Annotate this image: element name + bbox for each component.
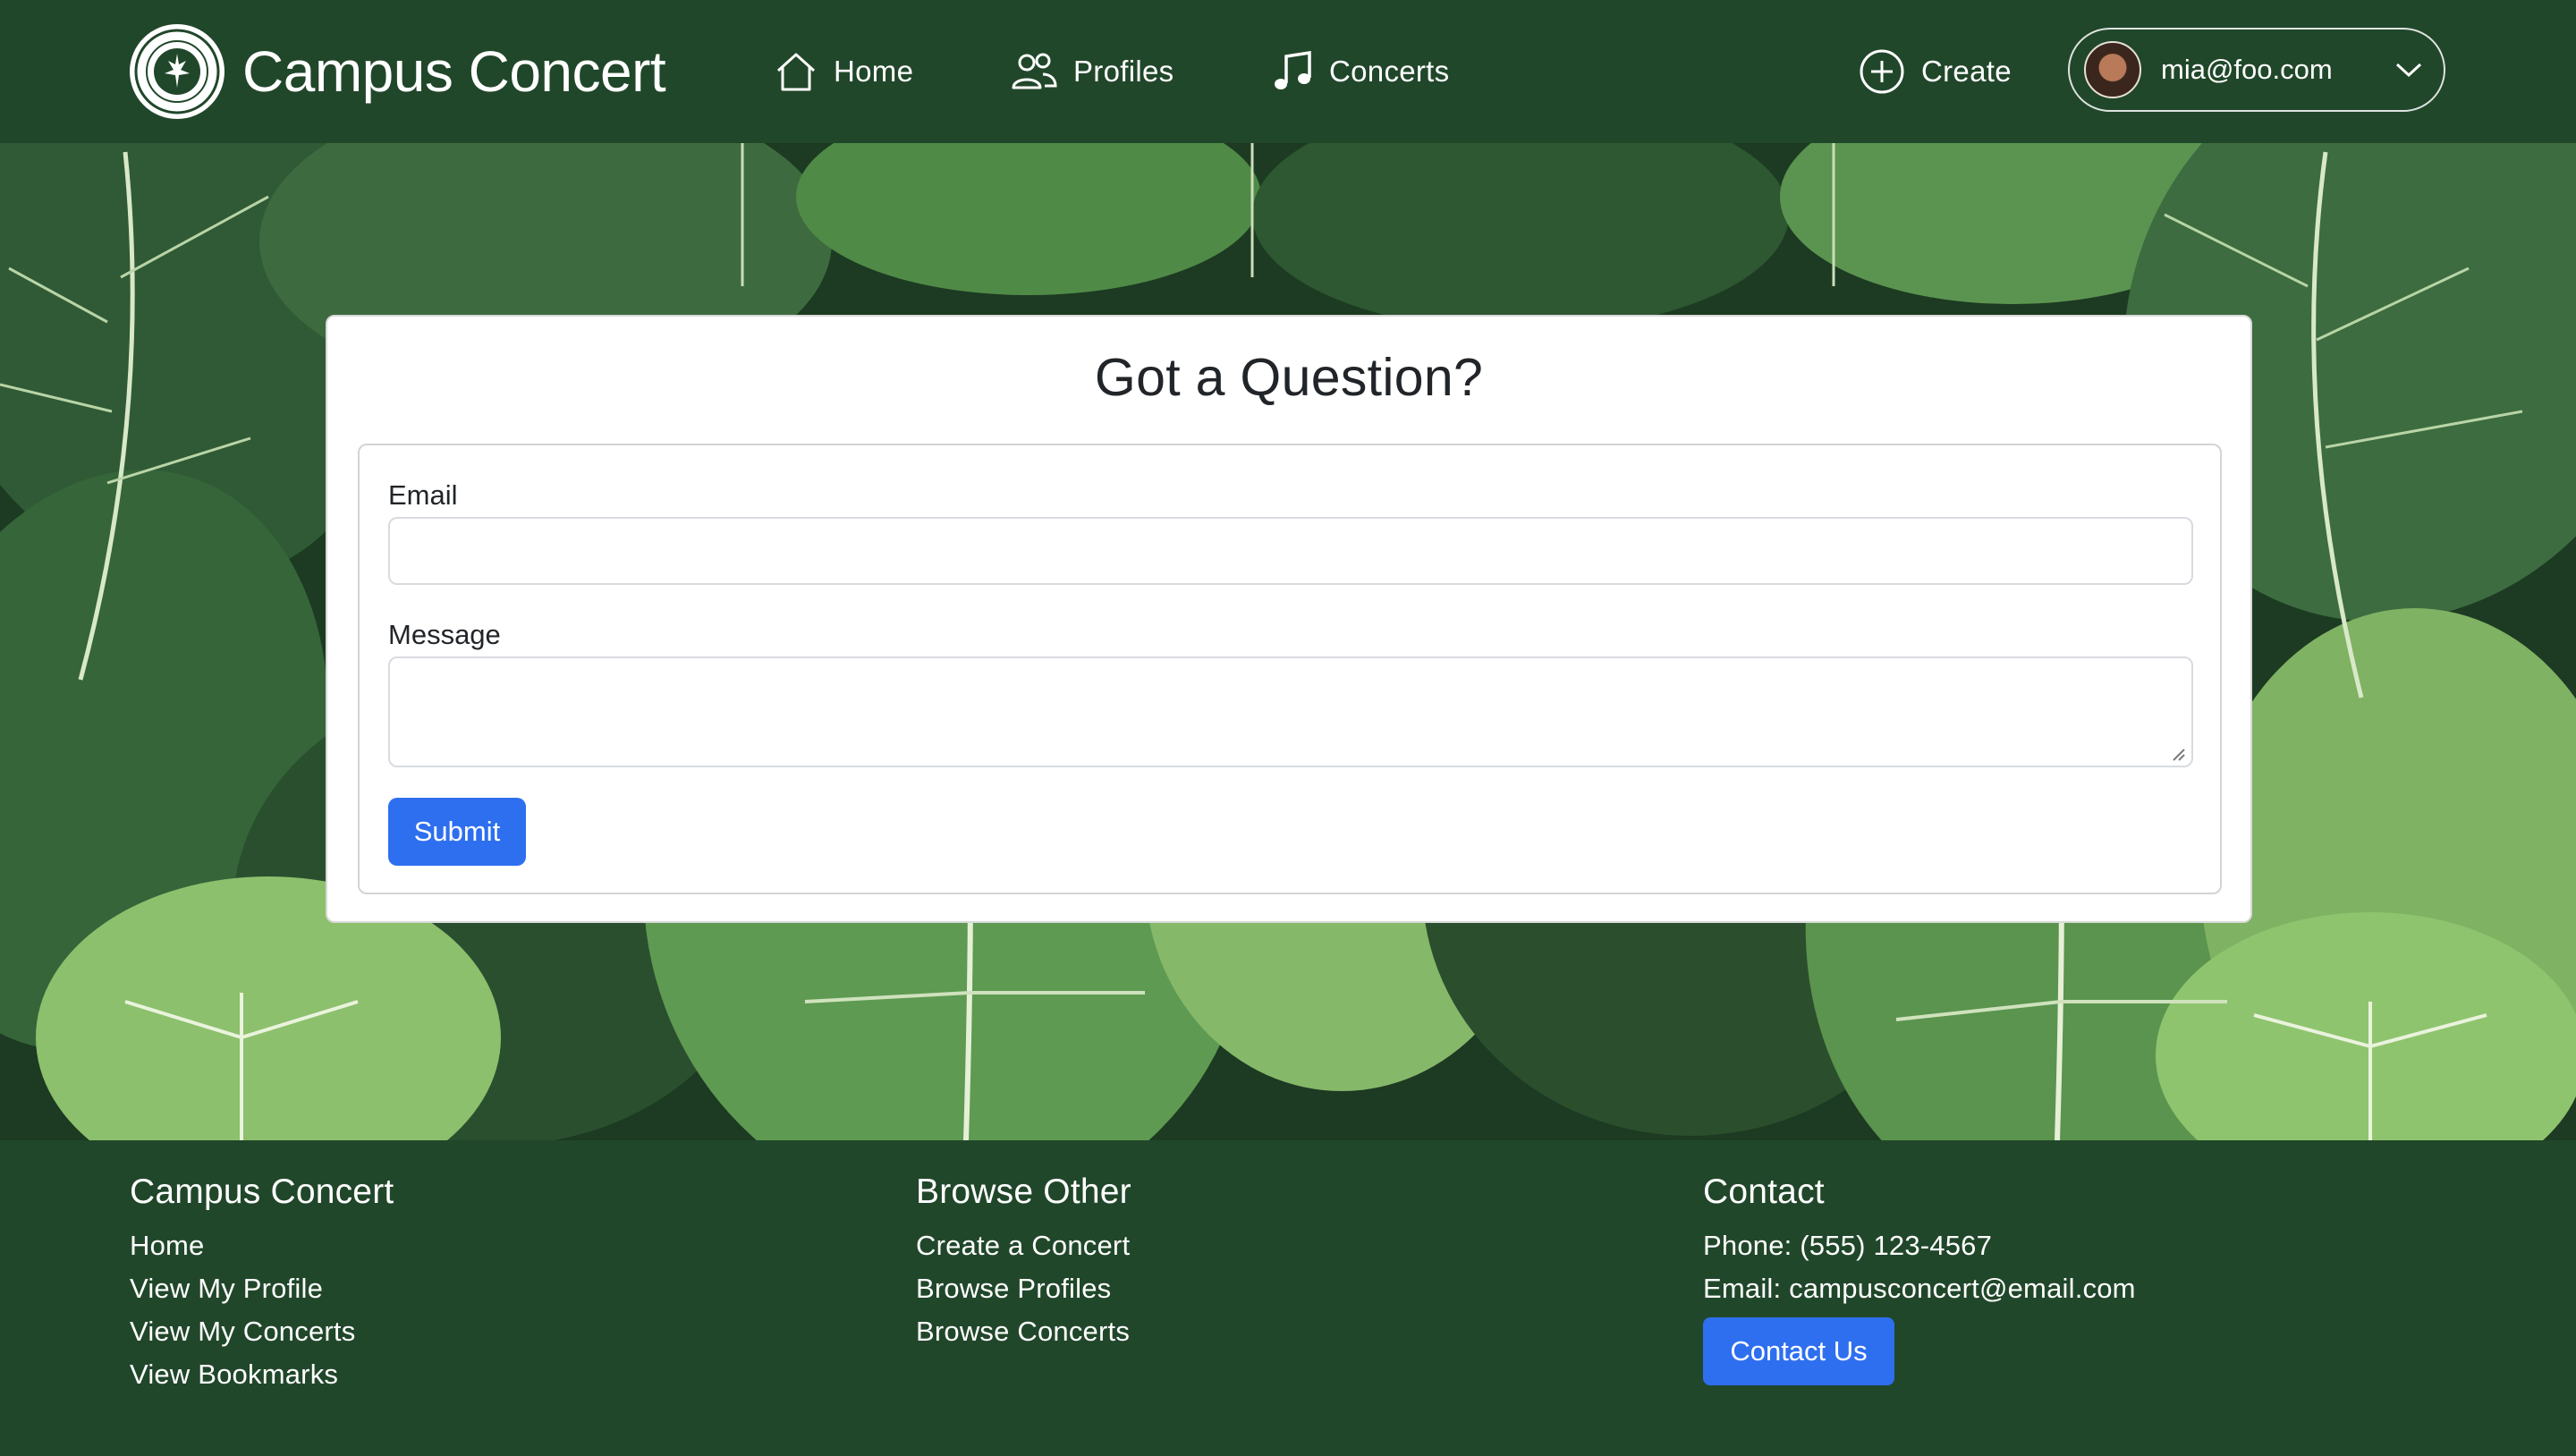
- question-card: Got a Question? Email Message Submit: [326, 315, 2252, 923]
- email-label: Email: [388, 479, 458, 511]
- resize-handle-icon[interactable]: [2170, 746, 2186, 762]
- footer-link-browse-concerts[interactable]: Browse Concerts: [916, 1310, 1131, 1353]
- footer-heading-site: Campus Concert: [130, 1172, 394, 1211]
- hero-section: Got a Question? Email Message Submit: [0, 143, 2576, 1140]
- footer-heading-browse: Browse Other: [916, 1172, 1131, 1211]
- footer-link-create-concert[interactable]: Create a Concert: [916, 1224, 1131, 1267]
- plus-circle-icon: [1860, 49, 1904, 94]
- card-title: Got a Question?: [1094, 348, 1484, 407]
- user-email: mia@foo.com: [2161, 54, 2333, 85]
- user-menu-dropdown[interactable]: mia@foo.com: [2068, 28, 2445, 112]
- footer-column-site: Campus Concert Home View My Profile View…: [130, 1172, 394, 1396]
- avatar: [2084, 41, 2141, 98]
- contact-form: Email Message Submit: [358, 444, 2222, 894]
- nav-profiles[interactable]: Profiles: [1011, 45, 1174, 98]
- email-field[interactable]: [388, 517, 2193, 585]
- footer-column-contact: Contact Phone: (555) 123-4567 Email: cam…: [1703, 1172, 2136, 1385]
- footer-link-browse-profiles[interactable]: Browse Profiles: [916, 1267, 1131, 1310]
- footer-email: Email: campusconcert@email.com: [1703, 1273, 2136, 1304]
- nav-create-label: Create: [1921, 55, 2012, 88]
- contact-us-button[interactable]: Contact Us: [1703, 1317, 1894, 1385]
- nav-create[interactable]: Create: [1859, 45, 2012, 98]
- footer-column-browse: Browse Other Create a Concert Browse Pro…: [916, 1172, 1131, 1353]
- brand-link[interactable]: Campus Concert: [130, 23, 666, 120]
- nav-concerts-label: Concerts: [1329, 55, 1450, 88]
- message-label: Message: [388, 619, 501, 650]
- music-note-icon: [1275, 51, 1311, 89]
- footer-link-my-profile[interactable]: View My Profile: [130, 1267, 394, 1310]
- message-textarea[interactable]: [388, 656, 2193, 767]
- footer-link-home[interactable]: Home: [130, 1224, 394, 1267]
- nav-home[interactable]: Home: [775, 45, 913, 98]
- brand-title: Campus Concert: [242, 39, 666, 104]
- nav-profiles-label: Profiles: [1073, 55, 1174, 88]
- footer-phone: Phone: (555) 123-4567: [1703, 1230, 1993, 1261]
- nav-concerts[interactable]: Concerts: [1272, 45, 1449, 98]
- footer-link-bookmarks[interactable]: View Bookmarks: [130, 1353, 394, 1396]
- navbar: Campus Concert Home Profiles Concerts Cr…: [0, 0, 2576, 143]
- people-icon: [1012, 53, 1057, 89]
- home-icon: [776, 53, 816, 91]
- submit-button[interactable]: Submit: [388, 798, 526, 866]
- nav-home-label: Home: [834, 55, 914, 88]
- footer-heading-contact: Contact: [1703, 1172, 1825, 1211]
- footer: Campus Concert Home View My Profile View…: [0, 1140, 2576, 1456]
- university-seal-logo: [130, 24, 225, 119]
- footer-link-my-concerts[interactable]: View My Concerts: [130, 1310, 394, 1353]
- chevron-down-icon: [2395, 63, 2422, 78]
